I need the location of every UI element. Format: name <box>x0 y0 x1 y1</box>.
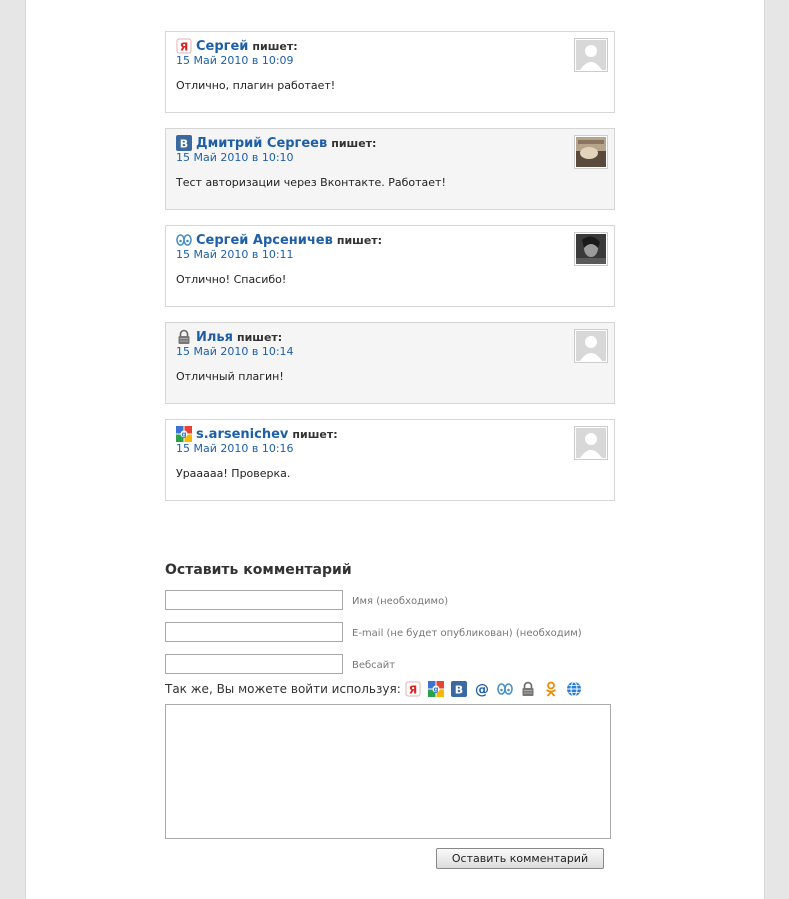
comment-says-label: пишет: <box>252 39 298 53</box>
odnoklassniki-icon[interactable] <box>543 681 559 697</box>
email-field[interactable] <box>165 622 343 642</box>
comment-author-link[interactable]: Дмитрий Сергеев <box>196 136 327 151</box>
svg-text:Я: Я <box>409 684 417 697</box>
comment-text: Отличный плагин! <box>176 370 284 383</box>
comment-says-label: пишет: <box>336 233 383 247</box>
comment-text: Отлично, плагин работает! <box>176 79 336 92</box>
website-field-label: Вебсайт <box>352 660 396 671</box>
comment-header: g s.arsenichev пишет: <box>176 426 338 442</box>
comment-header: Сергей Арсеничев пишет: <box>176 232 382 248</box>
submit-comment-button[interactable]: Оставить комментарий <box>436 848 604 869</box>
comment-date[interactable]: 15 Май 2010 в 10:10 <box>176 151 294 164</box>
website-field[interactable] <box>165 654 343 674</box>
avatar <box>574 135 608 169</box>
comment-author-link[interactable]: s.arsenichev <box>196 427 288 442</box>
livejournal-icon <box>176 232 192 248</box>
avatar <box>574 232 608 266</box>
comment-textarea[interactable] <box>165 704 611 839</box>
comment-header: Я Сергей пишет: <box>176 38 298 54</box>
comment-text: Урааааа! Проверка. <box>176 467 291 480</box>
comment-item: Сергей Арсеничев пишет: 15 Май 2010 в 10… <box>165 225 615 307</box>
login-providers-row: Так же, Вы можете войти используя: Я g B… <box>165 680 589 698</box>
comment-says-label: пишет: <box>292 427 338 441</box>
name-field-label: Имя (необходимо) <box>352 596 449 607</box>
webmoney-icon[interactable] <box>566 681 582 697</box>
comment-form-title: Оставить комментарий <box>165 562 352 578</box>
svg-text:g: g <box>433 686 438 694</box>
vkontakte-icon[interactable]: B <box>450 681 467 697</box>
yandex-icon: Я <box>176 38 192 54</box>
comment-author-link[interactable]: Илья <box>196 330 233 345</box>
comment-header: B Дмитрий Сергеев пишет: <box>176 135 376 151</box>
comment-date[interactable]: 15 Май 2010 в 10:09 <box>176 54 294 67</box>
comment-text: Тест авторизации через Вконтакте. Работа… <box>176 176 446 189</box>
svg-text:Я: Я <box>180 41 188 54</box>
svg-text:g: g <box>181 431 186 439</box>
avatar <box>574 38 608 72</box>
comment-item: Илья пишет: 15 Май 2010 в 10:14 Отличный… <box>165 322 615 404</box>
comment-author-link[interactable]: Сергей Арсеничев <box>196 233 333 248</box>
google-icon: g <box>176 426 192 442</box>
comment-date[interactable]: 15 Май 2010 в 10:16 <box>176 442 294 455</box>
comment-header: Илья пишет: <box>176 329 282 345</box>
login-providers-label: Так же, Вы можете войти используя: <box>165 682 401 696</box>
openid-lock-icon[interactable] <box>520 681 536 697</box>
livejournal-icon[interactable] <box>496 681 513 697</box>
comment-date[interactable]: 15 Май 2010 в 10:11 <box>176 248 294 261</box>
comment-item: B Дмитрий Сергеев пишет: 15 Май 2010 в 1… <box>165 128 615 210</box>
google-icon[interactable]: g <box>427 681 444 697</box>
comment-item: g s.arsenichev пишет: 15 Май 2010 в 10:1… <box>165 419 615 501</box>
comment-text: Отлично! Спасибо! <box>176 273 287 286</box>
avatar <box>574 426 608 460</box>
comment-item: Я Сергей пишет: 15 Май 2010 в 10:09 Отли… <box>165 31 615 113</box>
email-field-label: E-mail (не будет опубликован) (необходим… <box>352 628 582 639</box>
svg-text:B: B <box>455 684 463 697</box>
svg-text:@: @ <box>475 682 489 697</box>
comment-says-label: пишет: <box>236 330 283 344</box>
name-field[interactable] <box>165 590 343 610</box>
yandex-icon[interactable]: Я <box>405 681 421 697</box>
mailru-icon[interactable]: @ <box>474 681 490 697</box>
lock-icon <box>176 329 192 345</box>
comment-date[interactable]: 15 Май 2010 в 10:14 <box>176 345 294 358</box>
comment-author-link[interactable]: Сергей <box>196 39 248 54</box>
svg-text:B: B <box>180 138 188 151</box>
avatar <box>574 329 608 363</box>
comment-says-label: пишет: <box>331 136 377 150</box>
vkontakte-icon: B <box>176 135 192 151</box>
